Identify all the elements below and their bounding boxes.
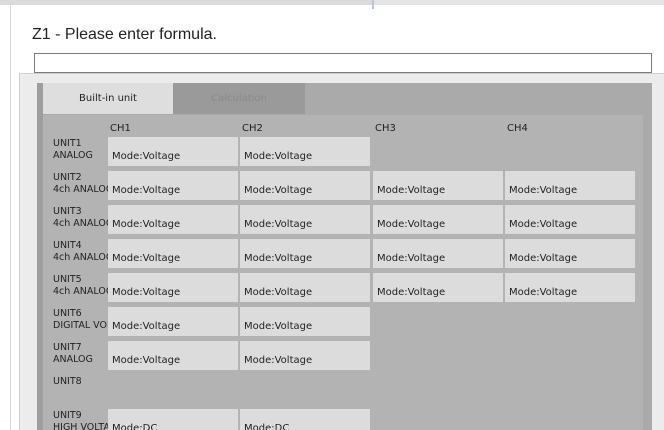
channel-cell-unit3-ch2[interactable]: Mode:Voltage <box>240 205 370 234</box>
channel-cell-unit3-ch1[interactable]: Mode:Voltage <box>108 205 238 234</box>
unit-name: UNIT7 <box>53 342 82 353</box>
tab-built-in-unit[interactable]: Built-in unit <box>43 83 173 114</box>
unit-type: ANALOG <box>53 150 93 161</box>
unit-label: UNIT2 4ch ANALOG <box>53 172 113 196</box>
unit-name: UNIT5 <box>53 274 82 285</box>
channel-cell-unit2-ch3[interactable]: Mode:Voltage <box>373 171 503 200</box>
channel-cell-unit9-ch2[interactable]: Mode:DC <box>240 409 370 430</box>
channel-header-2: CH2 <box>242 123 263 134</box>
channel-cell-unit5-ch1[interactable]: Mode:Voltage <box>108 273 238 302</box>
channel-cell-unit6-ch2[interactable]: Mode:Voltage <box>240 307 370 336</box>
unit-label: UNIT7 ANALOG <box>53 342 93 366</box>
unit-name: UNIT2 <box>53 172 82 183</box>
channel-cell-unit4-ch4[interactable]: Mode:Voltage <box>505 239 635 268</box>
channel-header-3: CH3 <box>375 123 396 134</box>
unit-name: UNIT1 <box>53 138 82 149</box>
channel-cell-unit2-ch4[interactable]: Mode:Voltage <box>505 171 635 200</box>
formula-prompt: Z1 - Please enter formula. <box>32 26 217 43</box>
channel-header-4: CH4 <box>507 123 528 134</box>
tab-calculation[interactable]: Calculation <box>173 83 305 114</box>
channel-header-1: CH1 <box>110 123 131 134</box>
unit-label: UNIT4 4ch ANALOG <box>53 240 113 264</box>
channel-cell-unit2-ch2[interactable]: Mode:Voltage <box>240 171 370 200</box>
unit-label: UNIT5 4ch ANALOG <box>53 274 113 298</box>
unit-type: 4ch ANALOG <box>53 184 114 195</box>
channel-cell-unit1-ch1[interactable]: Mode:Voltage <box>108 137 238 166</box>
channel-cell-unit4-ch1[interactable]: Mode:Voltage <box>108 239 238 268</box>
unit-label: UNIT8 <box>53 376 82 388</box>
title-strip-right <box>374 0 664 5</box>
dialog-edge <box>10 0 11 430</box>
unit-type: 4ch ANALOG <box>53 252 114 263</box>
unit-type: ANALOG <box>53 354 93 365</box>
channel-cell-unit6-ch1[interactable]: Mode:Voltage <box>108 307 238 336</box>
channel-cell-unit5-ch2[interactable]: Mode:Voltage <box>240 273 370 302</box>
unit-type: 4ch ANALOG <box>53 218 114 229</box>
channel-cell-unit3-ch4[interactable]: Mode:Voltage <box>505 205 635 234</box>
channel-cell-unit2-ch1[interactable]: Mode:Voltage <box>108 171 238 200</box>
unit-name: UNIT3 <box>53 206 82 217</box>
channel-cell-unit5-ch4[interactable]: Mode:Voltage <box>505 273 635 302</box>
channel-grid: CH1 CH2 CH3 CH4 UNIT1 ANALOG Mode:Voltage Mode:… <box>43 115 643 430</box>
channel-cell-unit9-ch1[interactable]: Mode:DC <box>108 409 238 430</box>
title-strip <box>0 0 372 5</box>
formula-input[interactable] <box>34 53 652 73</box>
unit-type: 4ch ANALOG <box>53 286 114 297</box>
unit-selector: Built-in unit Calculation CH1 CH2 CH3 CH4 UN… <box>37 83 652 430</box>
channel-cell-unit7-ch1[interactable]: Mode:Voltage <box>108 341 238 370</box>
channel-cell-unit3-ch3[interactable]: Mode:Voltage <box>373 205 503 234</box>
unit-label: UNIT1 ANALOG <box>53 138 93 162</box>
channel-cell-unit7-ch2[interactable]: Mode:Voltage <box>240 341 370 370</box>
unit-name: UNIT4 <box>53 240 82 251</box>
channel-cell-unit5-ch3[interactable]: Mode:Voltage <box>373 273 503 302</box>
channel-cell-unit4-ch3[interactable]: Mode:Voltage <box>373 239 503 268</box>
unit-label: UNIT3 4ch ANALOG <box>53 206 113 230</box>
channel-cell-unit1-ch2[interactable]: Mode:Voltage <box>240 137 370 166</box>
unit-name: UNIT8 <box>53 376 82 387</box>
channel-cell-unit4-ch2[interactable]: Mode:Voltage <box>240 239 370 268</box>
